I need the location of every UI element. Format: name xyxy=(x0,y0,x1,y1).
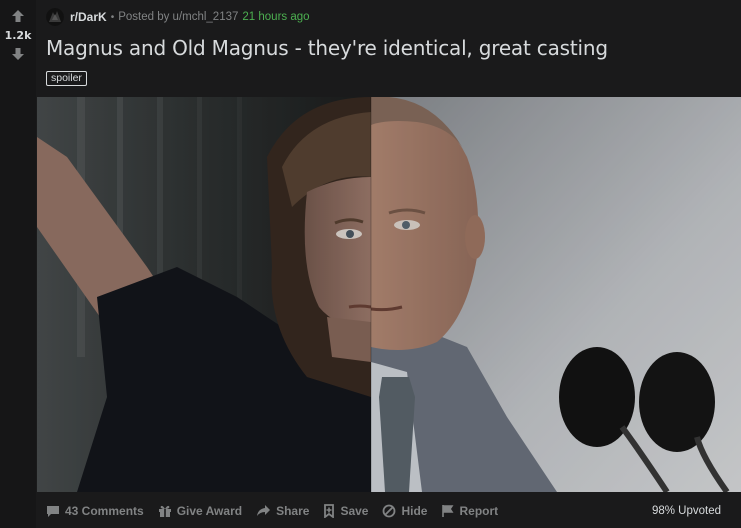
comments-label: 43 Comments xyxy=(65,504,144,518)
share-label: Share xyxy=(276,504,310,518)
bookmark-icon xyxy=(324,504,335,518)
hide-label: Hide xyxy=(401,504,428,518)
vote-score: 1.2k xyxy=(4,29,32,42)
comment-icon xyxy=(47,506,59,517)
subreddit-link[interactable]: r/DarK xyxy=(70,10,107,24)
report-button[interactable]: Report xyxy=(441,504,498,518)
meta-separator: • xyxy=(110,11,115,23)
hide-button[interactable]: Hide xyxy=(382,504,427,518)
posted-by-user[interactable]: Posted by u/mchl_2137 xyxy=(118,11,238,23)
upvote-button[interactable] xyxy=(10,8,26,24)
save-button[interactable]: Save xyxy=(323,504,368,518)
give-award-button[interactable]: Give Award xyxy=(158,504,242,518)
downvote-button[interactable] xyxy=(10,46,26,62)
post-title[interactable]: Magnus and Old Magnus - they're identica… xyxy=(46,36,608,60)
save-label: Save xyxy=(340,504,369,518)
post-meta: r/DarK • Posted by u/mchl_2137 21 hours … xyxy=(46,8,310,26)
gift-icon xyxy=(158,505,171,517)
flag-icon xyxy=(442,505,454,517)
hide-icon xyxy=(383,504,396,518)
arrow-up-icon xyxy=(12,10,24,22)
report-label: Report xyxy=(459,504,499,518)
reddit-post: 1.2k r/DarK • Posted by u/mchl_2137 21 h… xyxy=(0,0,741,528)
comments-button[interactable]: 43 Comments xyxy=(46,504,144,518)
post-actions: 43 Comments Give Award Share Save Hide R… xyxy=(46,502,512,520)
subreddit-icon[interactable] xyxy=(46,8,64,26)
post-image[interactable] xyxy=(37,97,741,492)
spoiler-flair[interactable]: spoiler xyxy=(46,71,87,86)
share-button[interactable]: Share xyxy=(256,504,309,518)
arrow-down-icon xyxy=(12,48,24,60)
upvote-ratio: 98% Upvoted xyxy=(651,505,721,517)
share-icon xyxy=(257,505,271,516)
vote-column: 1.2k xyxy=(0,0,36,528)
give-award-label: Give Award xyxy=(176,504,243,518)
post-time[interactable]: 21 hours ago xyxy=(242,11,309,23)
